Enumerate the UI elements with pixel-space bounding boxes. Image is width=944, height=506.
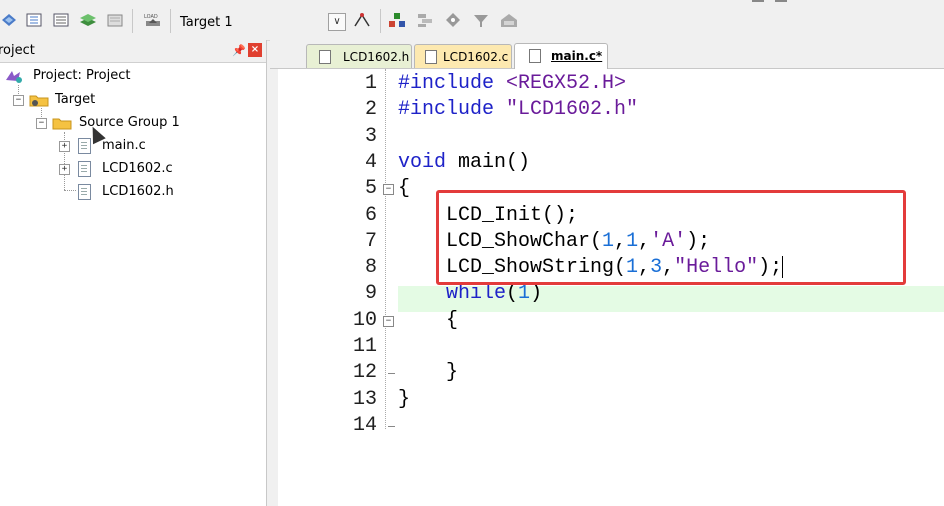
file-icon — [425, 50, 437, 64]
batch-build-icon[interactable] — [0, 12, 18, 28]
code-token: #include — [398, 72, 495, 95]
line-number: 13 — [352, 388, 377, 411]
line-number: 1 — [364, 72, 377, 95]
pack-icon[interactable] — [500, 12, 518, 28]
target-select-label[interactable]: Target 1 — [180, 15, 233, 30]
line-number: 12 — [352, 361, 377, 384]
line-number: 3 — [364, 125, 377, 148]
code-line[interactable]: { — [398, 176, 410, 202]
toolbar: LOAD Target 1 ∨ — [0, 0, 944, 41]
line-number: 7 — [364, 230, 377, 253]
rebuild-icon[interactable] — [25, 12, 43, 28]
project-panel-title: roject — [0, 43, 35, 58]
tab-lcd1602-h[interactable]: LCD1602.h — [306, 44, 412, 68]
close-panel-button[interactable]: × — [248, 43, 262, 57]
tree-line — [64, 190, 76, 191]
c-file-icon — [78, 138, 91, 154]
collapse-toggle[interactable]: − — [13, 95, 24, 106]
fold-toggle[interactable]: − — [383, 316, 394, 327]
file-icon — [529, 49, 541, 63]
code-token: 1 — [518, 282, 531, 305]
tab-label: LCD1602.h — [343, 50, 410, 64]
folder-icon — [52, 118, 72, 130]
settings-icon[interactable] — [472, 12, 490, 28]
tab-main-c[interactable]: main.c* — [514, 43, 608, 69]
tab-bar: LCD1602.h LCD1602.c main.c* — [270, 40, 944, 69]
code-line[interactable]: void main() — [398, 150, 530, 176]
load-icon[interactable]: LOAD — [142, 12, 164, 28]
fold-end-marker — [388, 426, 395, 427]
fold-toggle[interactable]: − — [383, 184, 394, 195]
collapse-toggle[interactable]: − — [36, 118, 47, 129]
tree-item-label: Project: Project — [33, 68, 131, 83]
line-number: 4 — [364, 151, 377, 174]
tree-item-label: main.c — [102, 138, 146, 153]
line-number: 10 — [352, 309, 377, 332]
manage-components-icon[interactable] — [388, 12, 406, 28]
code-line[interactable]: } — [398, 387, 410, 413]
toolbar-separator — [380, 9, 381, 33]
fold-line — [385, 69, 387, 429]
toolbar-separator — [170, 9, 171, 33]
code-line[interactable]: { — [398, 308, 458, 334]
c-file-icon — [78, 161, 91, 177]
code-token: ( — [506, 282, 519, 305]
line-number: 6 — [364, 204, 377, 227]
line-number: 5 — [364, 177, 377, 200]
code-token: while — [398, 282, 507, 305]
code-line[interactable]: #include <REGX52.H> — [398, 71, 626, 97]
tree-item-label: LCD1602.c — [102, 161, 173, 176]
project-icon — [6, 71, 22, 83]
expand-toggle[interactable]: + — [59, 164, 70, 175]
run-icon[interactable] — [416, 12, 434, 28]
code-line[interactable]: } — [398, 360, 458, 386]
batch-icon[interactable] — [106, 12, 124, 28]
tree-item-label: LCD1602.h — [102, 184, 174, 199]
fold-end-marker — [388, 373, 395, 374]
code-token: void — [398, 151, 447, 174]
code-editor[interactable] — [278, 69, 944, 506]
code-token: { — [398, 177, 411, 200]
file-icon — [319, 50, 331, 64]
svg-text:LOAD: LOAD — [144, 14, 158, 20]
debug-icon[interactable] — [444, 12, 462, 28]
tab-label: main.c* — [551, 49, 603, 63]
code-token: <REGX52.H> — [494, 72, 627, 95]
annotation-box — [436, 190, 906, 285]
tab-lcd1602-c[interactable]: LCD1602.c — [414, 44, 512, 68]
expand-toggle[interactable]: + — [59, 141, 70, 152]
line-number: 2 — [364, 98, 377, 121]
code-token: } — [398, 388, 411, 411]
code-line[interactable]: #include "LCD1602.h" — [398, 97, 638, 123]
options-icon[interactable] — [352, 12, 372, 28]
target-folder-icon — [29, 95, 49, 107]
tree-item-label: Target — [55, 92, 96, 107]
line-number: 14 — [352, 414, 377, 437]
pin-icon[interactable]: 📌 — [232, 44, 246, 57]
tab-label: LCD1602.c — [443, 50, 509, 64]
line-number: 11 — [352, 335, 377, 358]
code-token: } — [398, 361, 459, 384]
toolbar-separator — [132, 9, 133, 33]
code-token: { — [398, 309, 459, 332]
h-file-icon — [78, 184, 91, 200]
line-number: 9 — [364, 282, 377, 305]
code-token: #include — [398, 98, 495, 121]
code-token: "LCD1602.h" — [494, 98, 639, 121]
project-panel-header: roject 📌 × — [0, 40, 266, 63]
translate-icon[interactable] — [52, 12, 70, 28]
code-token: main() — [446, 151, 531, 174]
tree-item-label: Source Group 1 — [79, 115, 180, 130]
project-panel: roject 📌 × Project: Project − Target − S… — [0, 40, 267, 506]
window-dash — [752, 0, 764, 2]
target-dropdown-button[interactable]: ∨ — [328, 13, 346, 31]
line-number: 8 — [364, 256, 377, 279]
stack-icon[interactable] — [79, 12, 97, 28]
window-dash — [775, 0, 787, 2]
code-token: ) — [530, 282, 543, 305]
